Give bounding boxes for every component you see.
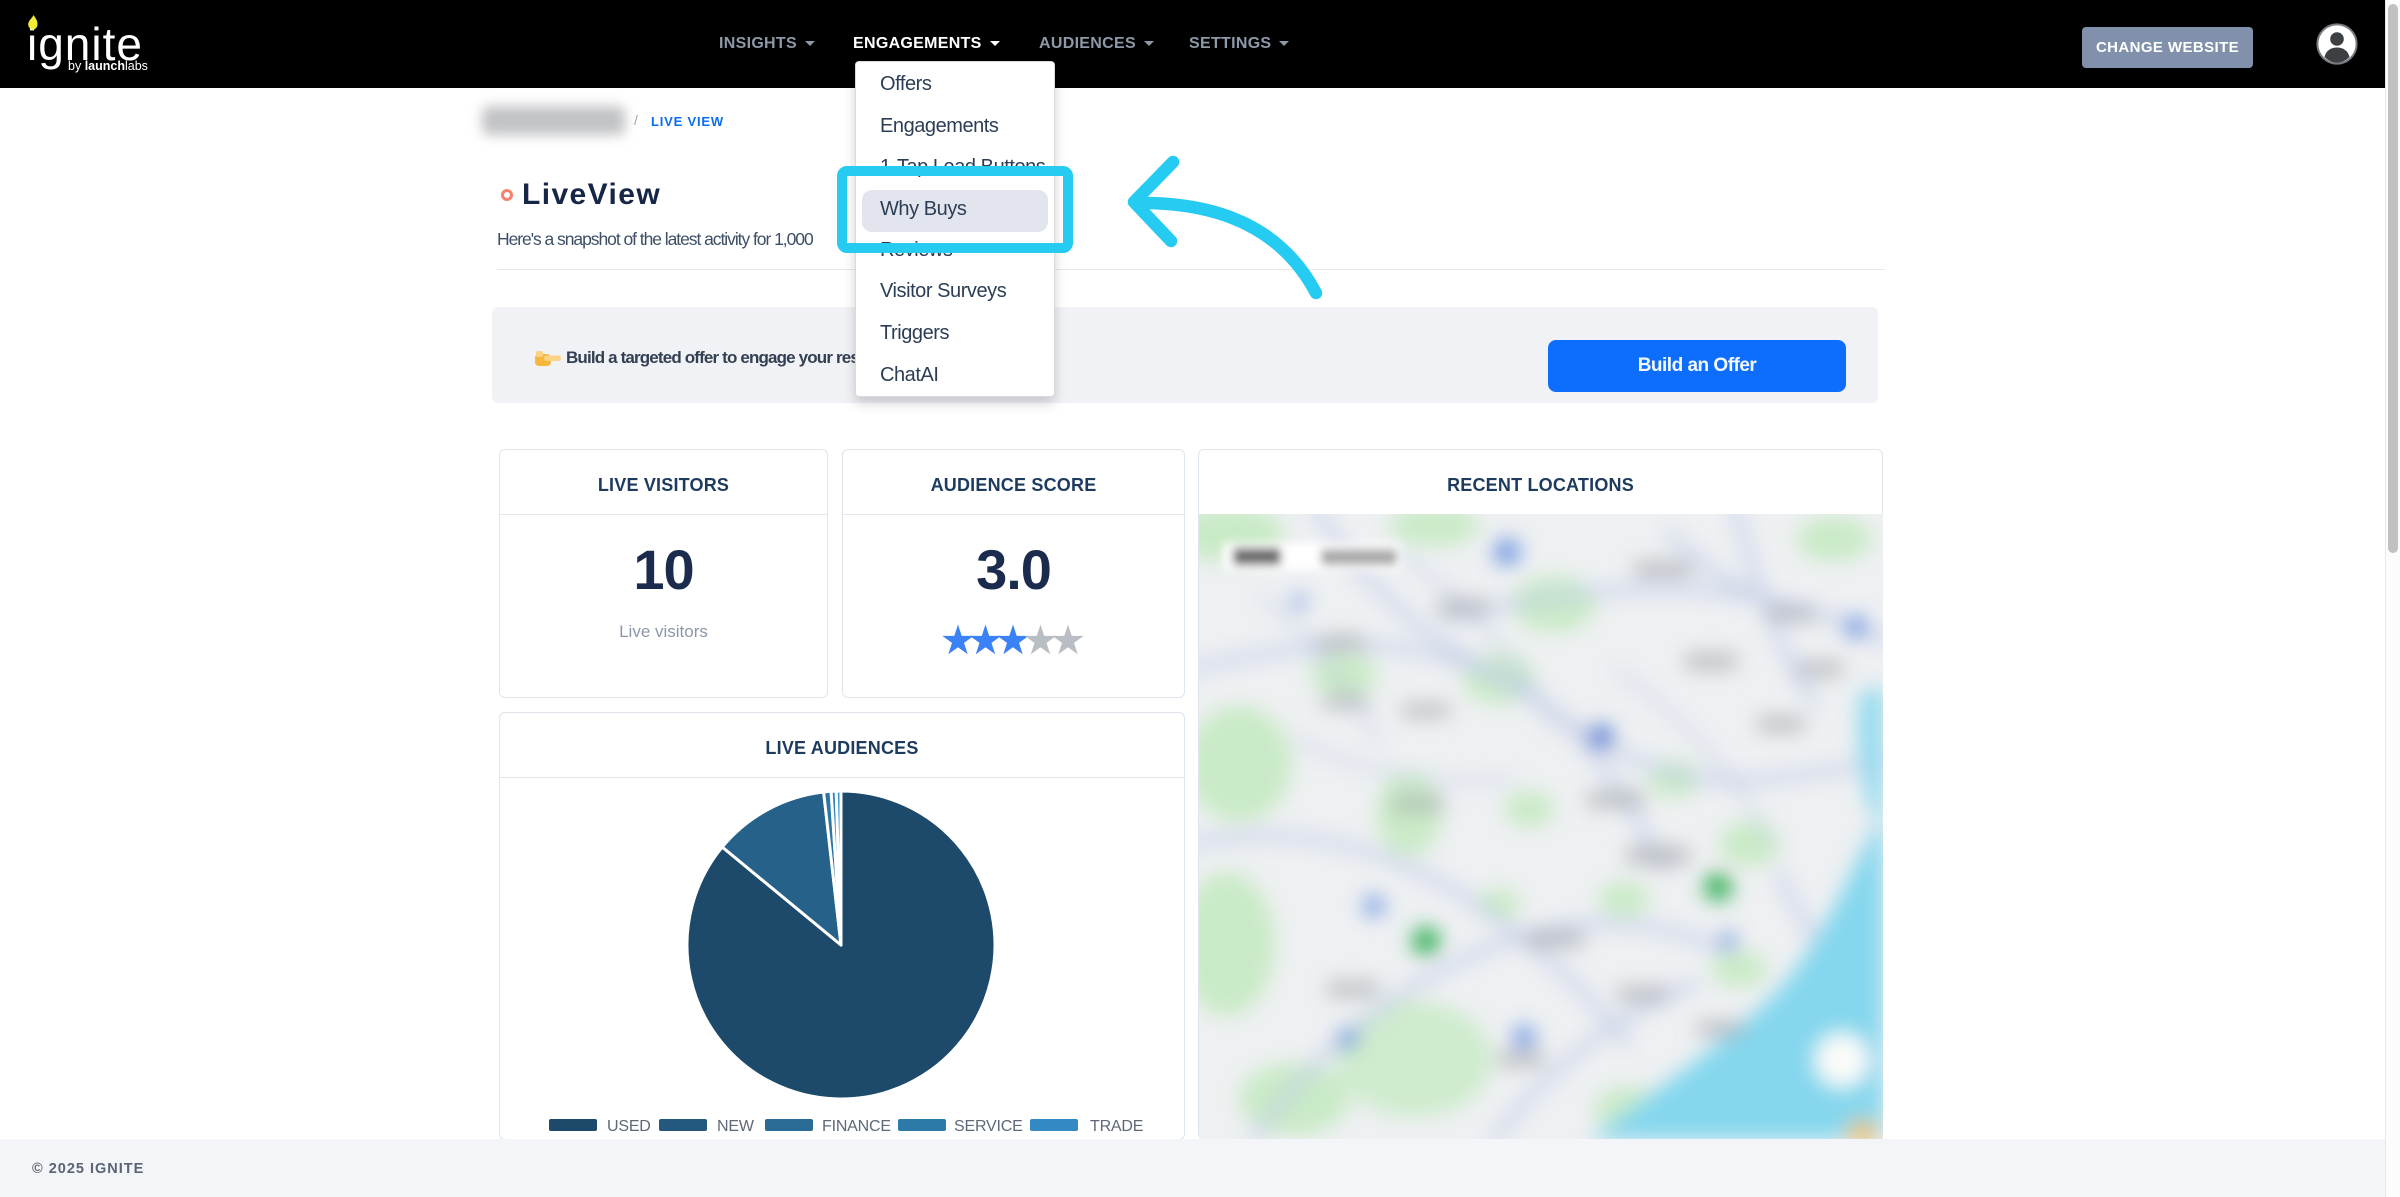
svg-text:by launchlabs: by launchlabs	[68, 59, 148, 73]
